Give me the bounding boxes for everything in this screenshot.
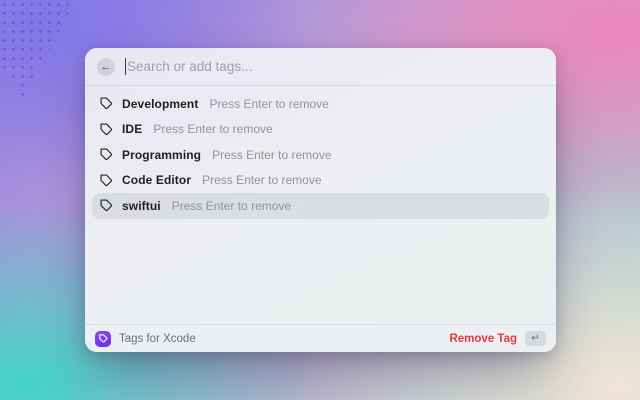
desktop-wallpaper: ← Development Press Enter to remove IDE … — [0, 0, 640, 400]
tag-icon — [99, 334, 108, 343]
enter-key-badge[interactable]: ↵ — [525, 331, 546, 346]
search-bar: ← — [85, 48, 556, 86]
tag-icon — [100, 199, 113, 212]
search-input[interactable] — [127, 59, 544, 74]
app-icon-tags-for-xcode[interactable] — [95, 331, 111, 347]
tag-label: swiftui — [122, 199, 161, 213]
back-button[interactable]: ← — [97, 58, 115, 76]
tag-row-code-editor[interactable]: Code Editor Press Enter to remove — [92, 168, 549, 194]
tag-hint: Press Enter to remove — [172, 199, 291, 213]
tag-hint: Press Enter to remove — [153, 122, 272, 136]
tag-icon — [100, 174, 113, 187]
tag-row-development[interactable]: Development Press Enter to remove — [92, 91, 549, 117]
tag-label: Code Editor — [122, 173, 191, 187]
tag-hint: Press Enter to remove — [212, 148, 331, 162]
tag-label: Development — [122, 97, 198, 111]
tag-list: Development Press Enter to remove IDE Pr… — [85, 86, 556, 224]
tag-icon — [100, 123, 113, 136]
return-arrow-icon: ↵ — [531, 333, 539, 344]
app-name-label: Tags for Xcode — [119, 333, 196, 345]
footer-bar: Tags for Xcode Remove Tag ↵ — [85, 324, 556, 352]
tag-label: Programming — [122, 148, 201, 162]
tag-row-swiftui[interactable]: swiftui Press Enter to remove — [92, 193, 549, 219]
text-caret — [125, 58, 126, 75]
tag-hint: Press Enter to remove — [209, 97, 328, 111]
tag-row-programming[interactable]: Programming Press Enter to remove — [92, 142, 549, 168]
tag-icon — [100, 97, 113, 110]
tag-label: IDE — [122, 122, 142, 136]
tag-row-ide[interactable]: IDE Press Enter to remove — [92, 117, 549, 143]
tag-icon — [100, 148, 113, 161]
back-arrow-icon: ← — [101, 61, 112, 73]
tag-hint: Press Enter to remove — [202, 173, 321, 187]
command-palette-window: ← Development Press Enter to remove IDE … — [85, 48, 556, 352]
remove-tag-action[interactable]: Remove Tag — [449, 333, 517, 345]
